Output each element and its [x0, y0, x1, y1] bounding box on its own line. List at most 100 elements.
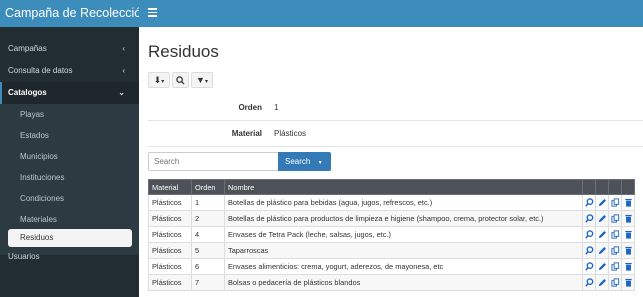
sidebar-subitem-estados[interactable]: Estados	[0, 125, 139, 146]
view-icon	[583, 278, 595, 287]
material-label: Material	[231, 129, 262, 138]
search-toggle-button[interactable]	[172, 72, 189, 88]
top-navbar	[139, 0, 643, 27]
table-row[interactable]: Plásticos 4 Envases de Tetra Pack (leche, …	[148, 226, 635, 243]
table-row[interactable]: Plásticos 7 Bolsas o pedacería de plástico…	[148, 274, 635, 291]
copy-icon	[609, 214, 621, 223]
copy-icon	[609, 230, 621, 239]
edit-button[interactable]	[595, 194, 609, 211]
view-button[interactable]	[582, 210, 596, 227]
table-row[interactable]: Plásticos 1 Botellas de plástico para bebi…	[148, 194, 635, 211]
sidebar-subitem-municipios[interactable]: Municipios	[0, 146, 139, 167]
app-brand[interactable]: Campaña de Recolección	[0, 0, 139, 27]
view-button[interactable]	[582, 242, 596, 259]
search-icon	[176, 76, 185, 85]
copy-button[interactable]	[608, 226, 622, 243]
delete-button[interactable]	[621, 194, 635, 211]
filter-button[interactable]: ▼▾	[191, 72, 213, 88]
column-header-nombre[interactable]: Nombre	[224, 179, 583, 195]
sidebar: Campaña de Recolección Campañas ‹ Consul…	[0, 0, 139, 297]
cell-nombre: Botellas de plástico para bebidas (agua,…	[224, 194, 583, 211]
sidebar-item-label: Catalogos	[8, 88, 47, 97]
search-input[interactable]	[148, 152, 278, 171]
cell-nombre: Bolsas o pedacería de plásticos blandos	[224, 274, 583, 291]
sidebar-item-campanas[interactable]: Campañas ‹	[0, 38, 139, 60]
sidebar-item-label: Campañas	[8, 44, 47, 53]
table-row[interactable]: Plásticos 5 Taparroscas	[148, 242, 635, 259]
chevron-left-icon: ‹	[122, 66, 125, 75]
search-button[interactable]: Search ▾	[278, 152, 331, 171]
delete-icon	[622, 214, 634, 223]
orden-value: 1	[274, 103, 279, 112]
export-button[interactable]: ⬇▾	[148, 72, 170, 88]
view-icon	[583, 198, 595, 207]
menu-toggle-icon[interactable]	[148, 8, 157, 17]
sidebar-subitem-residuos[interactable]: Residuos	[8, 229, 132, 247]
cell-orden: 7	[191, 274, 225, 291]
sidebar-subitem-materiales[interactable]: Materiales	[0, 209, 139, 230]
copy-icon	[609, 278, 621, 287]
cell-nombre: Envases alimenticios: crema, yogurt, ade…	[224, 258, 583, 275]
divider	[148, 146, 643, 147]
cell-nombre: Taparroscas	[224, 242, 583, 259]
view-icon	[583, 214, 595, 223]
cell-orden: 6	[191, 258, 225, 275]
edit-button[interactable]	[595, 226, 609, 243]
sidebar-item-consulta[interactable]: Consulta de datos ‹	[0, 60, 139, 82]
delete-icon	[622, 198, 634, 207]
sidebar-item-catalogos[interactable]: Catalogos ⌄	[0, 82, 139, 104]
cell-material: Plásticos	[148, 210, 192, 227]
chevron-left-icon: ‹	[122, 44, 125, 53]
copy-button[interactable]	[608, 194, 622, 211]
cell-material: Plásticos	[148, 194, 192, 211]
copy-button[interactable]	[608, 210, 622, 227]
copy-button[interactable]	[608, 258, 622, 275]
delete-button[interactable]	[621, 210, 635, 227]
view-button[interactable]	[582, 258, 596, 275]
copy-icon	[609, 198, 621, 207]
cell-material: Plásticos	[148, 226, 192, 243]
copy-button[interactable]	[608, 242, 622, 259]
cell-orden: 1	[191, 194, 225, 211]
edit-icon	[596, 278, 608, 287]
search-button-label: Search	[285, 157, 311, 166]
delete-button[interactable]	[621, 242, 635, 259]
cell-orden: 2	[191, 210, 225, 227]
sidebar-item-usuarios[interactable]: Usuarios	[0, 246, 139, 268]
delete-button[interactable]	[621, 274, 635, 291]
divider	[148, 120, 643, 121]
delete-icon	[622, 230, 634, 239]
copy-icon	[609, 262, 621, 271]
column-header-orden[interactable]: Orden	[191, 179, 225, 195]
table-row[interactable]: Plásticos 2 Botellas de plástico para prod…	[148, 210, 635, 227]
copy-icon	[609, 246, 621, 255]
cell-material: Plásticos	[148, 258, 192, 275]
edit-button[interactable]	[595, 242, 609, 259]
cell-material: Plásticos	[148, 242, 192, 259]
delete-button[interactable]	[621, 258, 635, 275]
copy-button[interactable]	[608, 274, 622, 291]
sidebar-item-label: Consulta de datos	[8, 66, 73, 75]
edit-button[interactable]	[595, 210, 609, 227]
edit-icon	[596, 214, 608, 223]
view-button[interactable]	[582, 226, 596, 243]
edit-button[interactable]	[595, 274, 609, 291]
sidebar-subitem-condiciones[interactable]: Condiciones	[0, 188, 139, 209]
main-content: Residuos ⬇▾ ▼▾ Orden 1 Material Plástico…	[139, 27, 643, 297]
table-row[interactable]: Plásticos 6 Envases alimenticios: crema, y…	[148, 258, 635, 275]
page-title: Residuos	[148, 42, 219, 61]
chevron-down-icon: ⌄	[118, 88, 125, 97]
view-button[interactable]	[582, 194, 596, 211]
sidebar-subitem-playas[interactable]: Playas	[0, 104, 139, 125]
material-value: Plásticos	[274, 129, 307, 138]
cell-nombre: Botellas de plástico para productos de l…	[224, 210, 583, 227]
view-button[interactable]	[582, 274, 596, 291]
cell-orden: 4	[191, 226, 225, 243]
caret-down-icon: ▾	[318, 160, 322, 166]
view-icon	[583, 246, 595, 255]
sidebar-subitem-instituciones[interactable]: Instituciones	[0, 167, 139, 188]
view-icon	[583, 230, 595, 239]
edit-button[interactable]	[595, 258, 609, 275]
delete-button[interactable]	[621, 226, 635, 243]
column-header-material[interactable]: Material	[148, 179, 192, 195]
